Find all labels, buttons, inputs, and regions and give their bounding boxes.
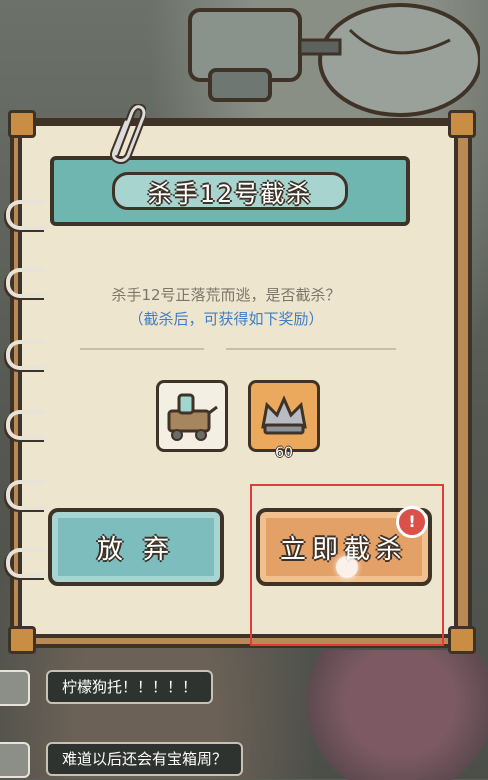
title-banner: 杀手12号截杀 [50,156,410,226]
background-machine-illustration [188,3,480,117]
paperclip-icon [110,104,146,164]
avatar [0,670,30,706]
cart-icon [167,393,218,441]
chat-bubble: 难道以后还会有宝箱周？ [46,742,244,776]
highlight-box [250,484,444,646]
dialog-title: 杀手12号截杀 [112,172,348,210]
corner-bracket [448,110,476,138]
reward-count: 60 [275,445,293,461]
reward-slot-treasure[interactable]: 60 [248,380,320,461]
divider [226,348,396,350]
divider [80,348,204,350]
chat-message: 柠檬狗托！！！！！ [0,670,488,706]
avatar [0,742,30,778]
binder-ring [6,410,46,440]
reward-hint: （截杀后，可获得如下奖励） [128,310,324,328]
corner-bracket [448,626,476,654]
binder-ring [6,340,46,370]
give-up-button[interactable]: 放 弃 [48,508,224,586]
corner-bracket [8,626,36,654]
chat-message: 难道以后还会有宝箱周？ [0,742,488,778]
reward-slot-cart[interactable] [156,380,228,452]
binder-ring [6,480,46,510]
treasure-crown-icon [261,395,307,435]
binder-ring [6,548,46,578]
binder-ring [6,200,46,230]
chat-bubble: 柠檬狗托！！！！！ [46,670,214,704]
corner-bracket [8,110,36,138]
intercept-question: 杀手12号正落荒而逃，是否截杀？ [111,286,341,304]
